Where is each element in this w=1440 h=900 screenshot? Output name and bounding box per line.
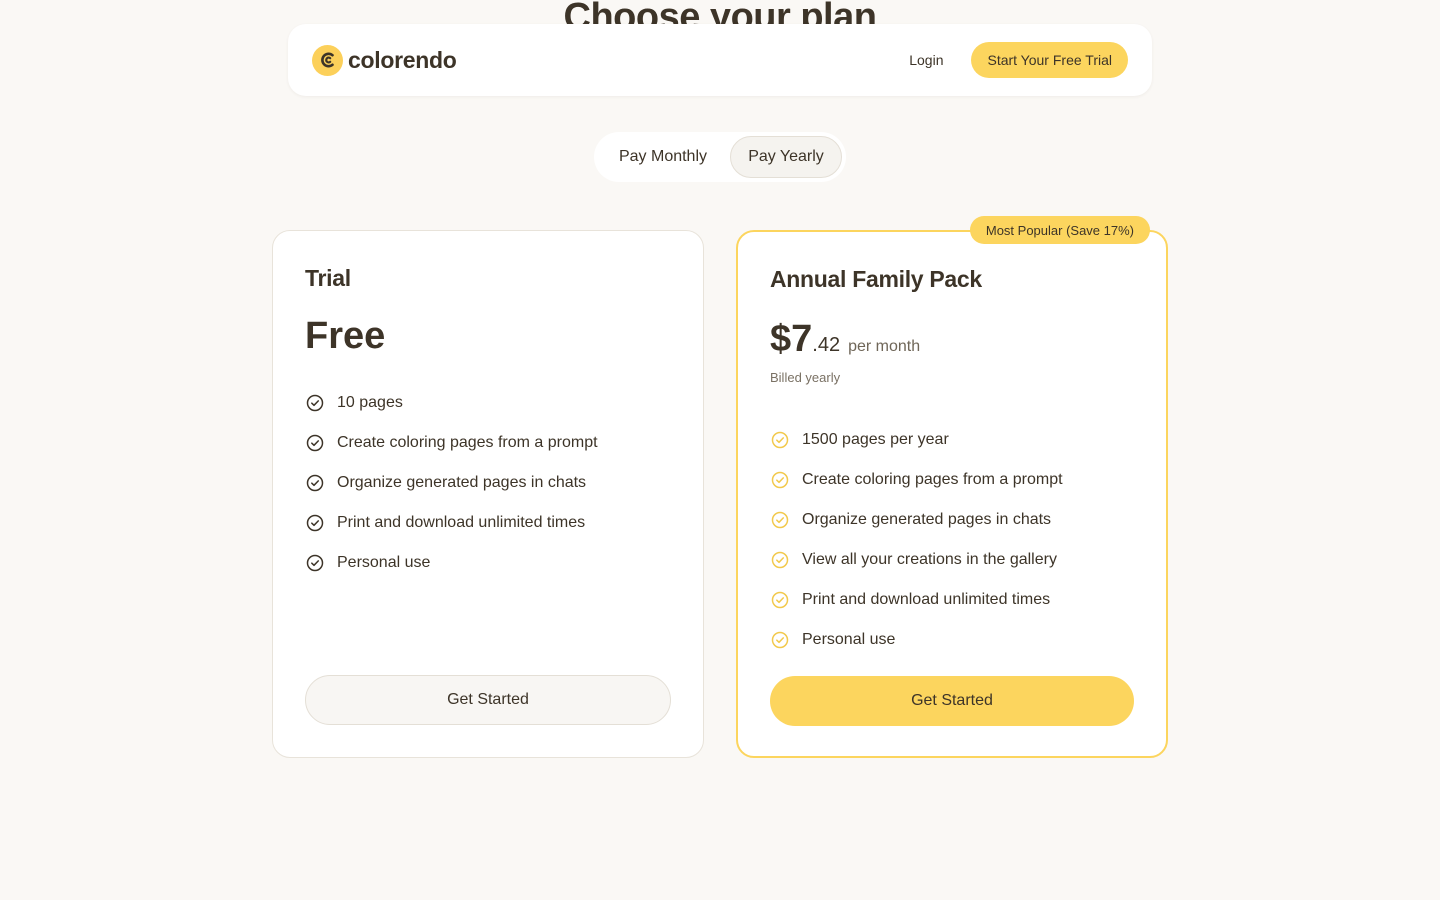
feature-list: 1500 pages per year Create coloring page… <box>770 420 1063 660</box>
check-circle-icon <box>305 433 325 453</box>
check-circle-icon <box>305 553 325 573</box>
feature-list: 10 pages Create coloring pages from a pr… <box>305 383 598 583</box>
feature-item: Organize generated pages in chats <box>770 500 1063 540</box>
feature-item: 10 pages <box>305 383 598 423</box>
feature-label: Personal use <box>802 631 896 648</box>
feature-item: Personal use <box>770 620 1063 660</box>
feature-label: Organize generated pages in chats <box>802 511 1052 528</box>
pay-yearly-option[interactable]: Pay Yearly <box>730 136 842 178</box>
price-period: per month <box>848 338 921 355</box>
nav-actions: Login Start Your Free Trial <box>909 42 1128 78</box>
billing-note: Billed yearly <box>770 370 841 385</box>
feature-label: View all your creations in the gallery <box>802 551 1057 568</box>
check-circle-icon <box>305 513 325 533</box>
feature-label: Print and download unlimited times <box>802 591 1051 608</box>
brand[interactable]: colorendo <box>312 44 457 76</box>
feature-item: 1500 pages per year <box>770 420 1063 460</box>
pay-monthly-option[interactable]: Pay Monthly <box>598 136 728 178</box>
check-circle-icon <box>770 630 790 650</box>
check-circle-icon <box>305 473 325 493</box>
plan-card-annual-family-pack: Most Popular (Save 17%) Annual Family Pa… <box>736 216 1168 758</box>
check-circle-icon <box>770 550 790 570</box>
check-circle-icon <box>770 510 790 530</box>
most-popular-badge: Most Popular (Save 17%) <box>969 216 1150 244</box>
feature-item: Create coloring pages from a prompt <box>305 423 598 463</box>
get-started-trial-button[interactable]: Get Started <box>305 675 671 725</box>
plan-price: Free <box>305 315 386 357</box>
check-circle-icon <box>305 393 325 413</box>
colorendo-logo-icon <box>312 44 343 76</box>
feature-item: Print and download unlimited times <box>305 503 598 543</box>
plan-name: Annual Family Pack <box>770 266 982 292</box>
feature-item: Organize generated pages in chats <box>305 463 598 503</box>
feature-label: Print and download unlimited times <box>337 514 586 531</box>
plan-card-trial: Trial Free 10 pages Create coloring page… <box>272 230 704 758</box>
price-dollars: $7 <box>770 318 813 360</box>
feature-label: Organize generated pages in chats <box>337 474 587 491</box>
plan-price: $7 .42 per month <box>770 318 920 361</box>
feature-item: View all your creations in the gallery <box>770 540 1063 580</box>
check-circle-icon <box>770 470 790 490</box>
get-started-annual-button[interactable]: Get Started <box>770 676 1134 726</box>
feature-label: Create coloring pages from a prompt <box>802 471 1063 488</box>
feature-label: Personal use <box>337 554 431 571</box>
feature-label: Create coloring pages from a prompt <box>337 434 598 451</box>
brand-name: colorendo <box>348 46 457 73</box>
start-free-trial-button[interactable]: Start Your Free Trial <box>971 42 1128 78</box>
login-link[interactable]: Login <box>909 52 943 68</box>
feature-item: Print and download unlimited times <box>770 580 1063 620</box>
feature-label: 1500 pages per year <box>802 431 949 448</box>
check-circle-icon <box>770 430 790 450</box>
check-circle-icon <box>770 590 790 610</box>
feature-label: 10 pages <box>337 394 403 411</box>
billing-toggle: Pay Monthly Pay Yearly <box>594 132 846 182</box>
price-cents: .42 <box>812 334 841 356</box>
top-navbar: colorendo Login Start Your Free Trial <box>288 24 1152 96</box>
feature-item: Personal use <box>305 543 598 583</box>
plan-name: Trial <box>305 265 351 291</box>
feature-item: Create coloring pages from a prompt <box>770 460 1063 500</box>
